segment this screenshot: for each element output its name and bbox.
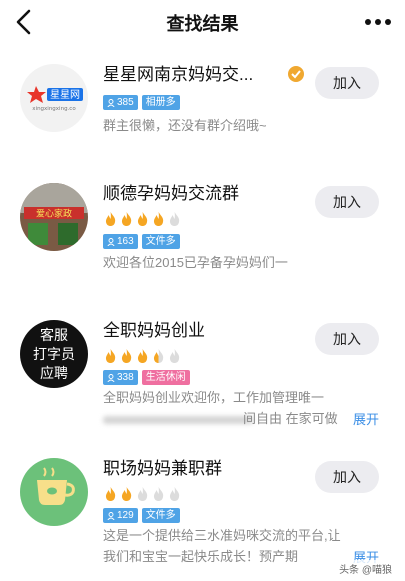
more-dots-icon — [365, 19, 391, 25]
avatar-text-line: 客服 — [40, 327, 68, 344]
category-tag: 相册多 — [141, 95, 180, 110]
group-avatar: 爱心家政 — [20, 183, 88, 251]
activity-level-flames — [103, 348, 182, 364]
member-count-tag: 129 — [103, 508, 138, 523]
group-name: 星星网南京妈妈交... — [103, 65, 254, 84]
flame-icon — [153, 212, 164, 226]
avatar-sign-text: 爱心家政 — [36, 208, 72, 220]
page-title: 查找结果 — [166, 14, 239, 34]
group-description: 欢迎各位2015已孕备孕妈妈们一 — [103, 255, 288, 270]
join-button[interactable]: 加入 — [315, 67, 379, 99]
flame-icon — [121, 349, 132, 363]
join-button[interactable]: 加入 — [315, 461, 379, 493]
flame-off-icon — [153, 487, 164, 501]
avatar-logo-text: 星星网 — [50, 89, 80, 101]
group-name: 顺德孕妈妈交流群 — [103, 184, 239, 203]
verified-badge-icon — [288, 66, 304, 82]
flame-half-icon — [153, 349, 164, 363]
nav-bar: 查找结果 — [0, 0, 405, 46]
flame-off-icon — [169, 212, 180, 226]
avatar-logo-subtext: xingxingxing.co — [32, 106, 76, 112]
coffee-cup-icon — [37, 467, 75, 505]
activity-level-flames — [103, 486, 182, 502]
member-count-tag: 338 — [103, 370, 138, 385]
flame-icon — [137, 212, 148, 226]
expand-link[interactable]: 展开 — [353, 409, 379, 428]
flame-icon — [105, 212, 116, 226]
join-button[interactable]: 加入 — [315, 186, 379, 218]
activity-level-flames — [103, 211, 182, 227]
group-description-line: 这是一个提供给三水准妈咪交流的平台,让 — [103, 528, 341, 543]
star-icon — [27, 86, 46, 103]
flame-icon — [105, 349, 116, 363]
group-tags: 385 相册多 — [103, 95, 180, 110]
flame-icon — [121, 487, 132, 501]
flame-off-icon — [137, 487, 148, 501]
category-tag: 文件多 — [141, 234, 180, 249]
group-tags: 129 文件多 — [103, 508, 180, 523]
category-tag: 文件多 — [141, 508, 180, 523]
more-options-button[interactable] — [363, 12, 393, 32]
flame-icon — [137, 349, 148, 363]
person-icon — [107, 511, 115, 520]
member-count-tag: 163 — [103, 234, 138, 249]
group-description-line: 我们和宝宝一起快乐成长！预产期 — [103, 549, 299, 564]
category-tag: 生活休闲 — [141, 370, 190, 385]
group-description-line: 全职妈妈创业欢迎你，工作加管理唯一 — [103, 390, 325, 405]
group-result-item[interactable]: 爱心家政 顺德孕妈妈交流群 163 文件多 欢迎各位2015已孕备孕妈妈们一 加… — [0, 183, 405, 313]
avatar-text-line: 打字员 — [33, 346, 75, 363]
avatar-text-line: 应聘 — [40, 365, 68, 382]
group-avatar — [20, 458, 88, 526]
group-description-line: 间自由 在家可做 — [243, 411, 338, 426]
flame-off-icon — [169, 487, 180, 501]
group-description-line — [103, 409, 253, 429]
flame-icon — [121, 212, 132, 226]
group-avatar: 客服 打字员 应聘 — [20, 320, 88, 388]
group-avatar: 星星网 xingxingxing.co — [20, 64, 88, 132]
person-icon — [107, 237, 115, 246]
group-result-item[interactable]: 星星网 xingxingxing.co 星星网南京妈妈交... 385 相册多 … — [0, 64, 405, 194]
group-name: 职场妈妈兼职群 — [103, 459, 222, 478]
group-result-item[interactable]: 客服 打字员 应聘 全职妈妈创业 338 生活休闲 全职妈妈创业欢迎你，工作加管… — [0, 320, 405, 450]
member-count-tag: 385 — [103, 95, 138, 110]
flame-off-icon — [169, 349, 180, 363]
person-icon — [107, 373, 115, 382]
flame-icon — [105, 487, 116, 501]
group-description: 群主很懒，还没有群介绍哦~ — [103, 118, 267, 133]
group-tags: 338 生活休闲 — [103, 370, 190, 385]
group-tags: 163 文件多 — [103, 234, 180, 249]
join-button[interactable]: 加入 — [315, 323, 379, 355]
group-name: 全职妈妈创业 — [103, 321, 205, 340]
watermark: 头条 @喵狼 — [336, 560, 395, 577]
person-icon — [107, 98, 115, 107]
